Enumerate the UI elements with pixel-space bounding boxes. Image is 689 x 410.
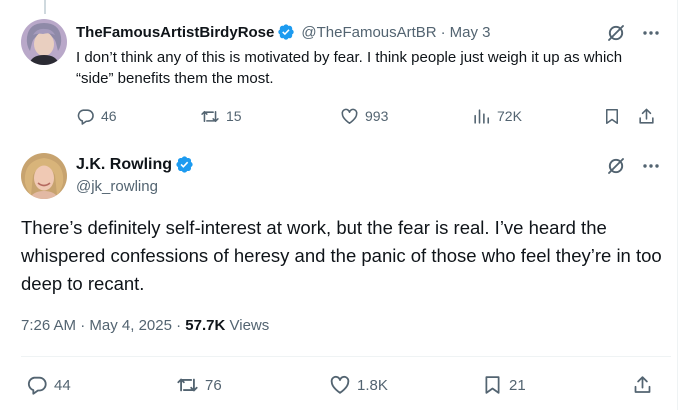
like-button[interactable]: 1.8K: [329, 374, 388, 396]
repost-button[interactable]: 76: [176, 374, 222, 396]
views-button[interactable]: 72K: [472, 107, 522, 126]
main-top-icons: [606, 156, 660, 176]
reply-display-name[interactable]: TheFamousArtistBirdyRose: [76, 24, 274, 41]
reply-button[interactable]: 44: [26, 374, 71, 396]
reply-button[interactable]: 46: [76, 107, 117, 126]
like-button[interactable]: 993: [340, 107, 388, 126]
separator-dot: ·: [80, 317, 86, 334]
bookmark-count: 21: [509, 376, 526, 394]
views-total: 57.7K: [185, 317, 226, 334]
share-button[interactable]: [632, 374, 653, 396]
share-button[interactable]: [637, 107, 656, 126]
repost-icon: [201, 110, 219, 122]
grok-icon[interactable]: [606, 156, 626, 176]
main-handle[interactable]: @jk_rowling: [76, 178, 158, 195]
verified-badge-icon[interactable]: [277, 23, 295, 41]
bookmark-button[interactable]: [603, 107, 621, 126]
heart-icon: [330, 375, 350, 394]
reply-count: 44: [54, 376, 71, 394]
more-options-icon[interactable]: [642, 24, 660, 42]
thread-connector-line: [44, 0, 46, 14]
reply-actions: 46 15 993 72K: [76, 106, 658, 126]
like-count: 993: [365, 108, 389, 124]
reply-top-icons: [606, 23, 660, 43]
timeline-border: [677, 0, 678, 410]
bookmark-icon: [485, 376, 500, 394]
share-icon: [639, 108, 654, 124]
verified-badge-icon[interactable]: [175, 155, 194, 174]
bookmark-button[interactable]: 21: [482, 374, 526, 396]
like-count: 1.8K: [357, 376, 388, 394]
main-post-text: There’s definitely self-interest at work…: [21, 217, 662, 294]
grok-icon[interactable]: [606, 23, 626, 43]
post-date[interactable]: May 4, 2025: [89, 317, 172, 334]
main-name-row: J.K. Rowling: [76, 155, 194, 174]
repost-count: 15: [226, 108, 242, 124]
repost-icon: [177, 378, 198, 392]
separator-dot: ·: [176, 317, 182, 334]
bookmark-icon: [606, 108, 618, 124]
reply-icon: [27, 376, 47, 395]
main-display-name[interactable]: J.K. Rowling: [76, 156, 172, 174]
post-meta: 7:26 AM · May 4, 2025 · 57.7K Views: [21, 317, 269, 334]
views-count: 72K: [497, 108, 522, 124]
views-label: Views: [229, 317, 270, 334]
main-avatar[interactable]: [21, 153, 67, 199]
reply-header: TheFamousArtistBirdyRose @TheFamousArtBR…: [76, 22, 491, 42]
reply-avatar[interactable]: [21, 19, 67, 65]
reply-count: 46: [101, 108, 117, 124]
reply-handle[interactable]: @TheFamousArtBR: [301, 24, 436, 41]
divider: [21, 356, 671, 357]
repost-button[interactable]: 15: [200, 107, 242, 126]
analytics-icon: [474, 108, 490, 124]
share-icon: [634, 376, 651, 393]
reply-icon: [77, 108, 94, 125]
main-actions: 44 76 1.8K 21: [26, 373, 656, 397]
reply-text: I don’t think any of this is motivated b…: [76, 49, 623, 87]
reply-date[interactable]: May 3: [450, 24, 491, 41]
more-options-icon[interactable]: [642, 157, 660, 175]
heart-icon: [341, 108, 358, 124]
repost-count: 76: [205, 376, 222, 394]
post-time[interactable]: 7:26 AM: [21, 317, 76, 334]
separator-dot: ·: [440, 23, 446, 41]
